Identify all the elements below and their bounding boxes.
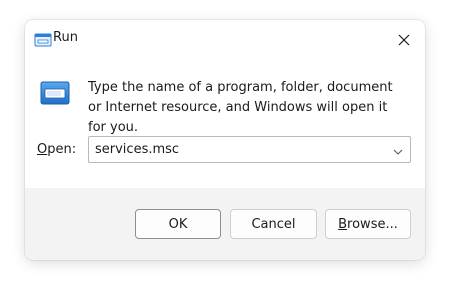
- close-icon: [398, 31, 410, 50]
- open-combobox[interactable]: [88, 136, 411, 163]
- ok-button[interactable]: OK: [135, 209, 221, 239]
- chevron-down-icon: [393, 140, 403, 159]
- open-label: Open:: [37, 142, 76, 157]
- dialog-description: Type the name of a program, folder, docu…: [88, 80, 393, 135]
- browse-label: rowse...: [347, 216, 398, 232]
- open-label-text: pen:: [47, 142, 77, 157]
- close-button[interactable]: [389, 26, 419, 54]
- browse-button[interactable]: Browse...: [325, 209, 411, 239]
- title-bar[interactable]: Run: [25, 20, 425, 58]
- open-label-accelerator: O: [37, 142, 48, 157]
- open-dropdown-button[interactable]: [390, 137, 406, 162]
- cancel-button[interactable]: Cancel: [230, 209, 317, 239]
- window-title: Run: [53, 30, 78, 45]
- run-dialog: Run Type the name of a program, folder, …: [25, 20, 425, 260]
- open-input[interactable]: [95, 137, 375, 162]
- run-large-icon: [39, 80, 71, 106]
- browse-accelerator: B: [338, 216, 348, 232]
- run-icon: [34, 32, 52, 47]
